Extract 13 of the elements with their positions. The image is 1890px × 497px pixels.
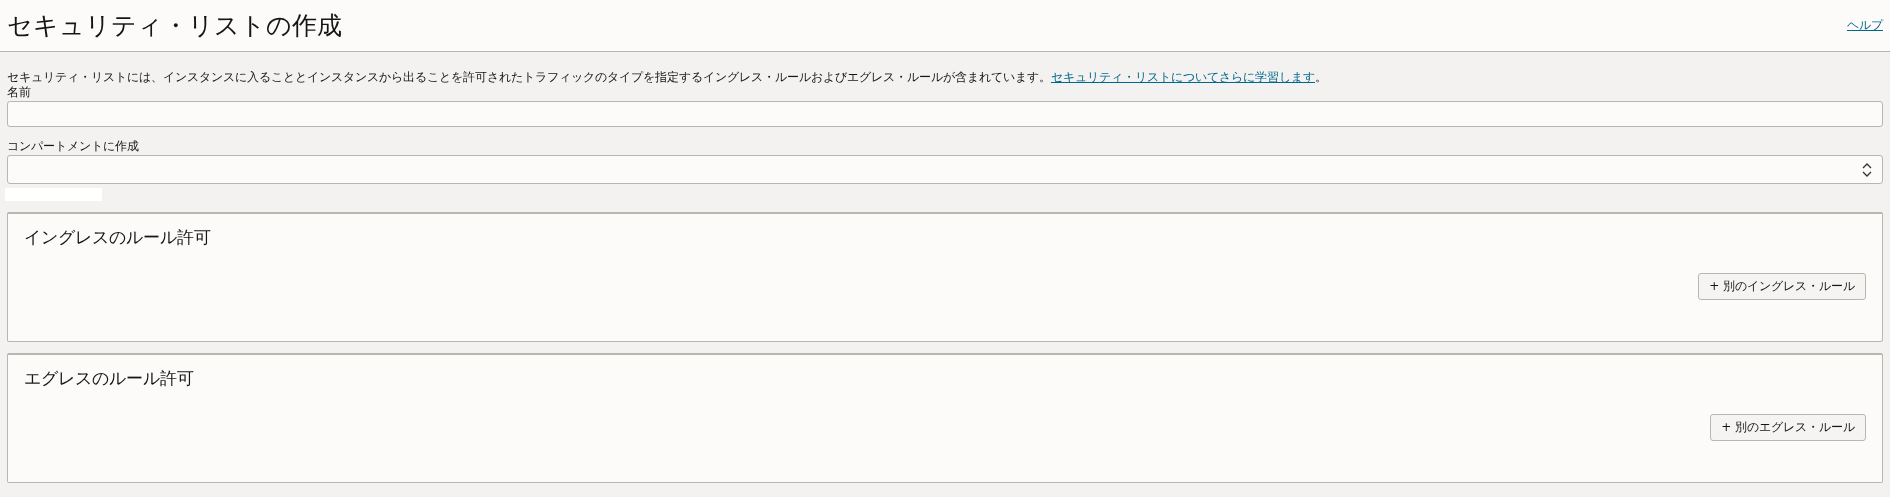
compartment-select[interactable] [7, 155, 1883, 184]
add-rule-button[interactable]: + 別のエグレス・ルール [1710, 414, 1866, 441]
learn-more-link[interactable]: セキュリティ・リストについてさらに学習します [1051, 70, 1315, 84]
up-down-chevron-icon [1862, 162, 1872, 177]
field-label: コンパートメントに作成 [7, 139, 140, 154]
page-title: セキュリティ・リストの作成 [7, 10, 342, 42]
section-title: イングレスのルール許可 [24, 226, 212, 249]
description-text: セキュリティ・リストには、インスタンスに入ることとインスタンスから出ることを許可されたトラフィックのタイプを指定するイングレス・ルールおよびエグレス・ルールが含まれています。セキュリティ・リストについてさらに学習します。 [7, 70, 1328, 85]
add-rule-button[interactable]: + 別のイングレス・ルール [1698, 273, 1866, 300]
section-title: エグレスのルール許可 [24, 367, 195, 390]
name-input-field[interactable] [7, 101, 1883, 127]
field-label: 名前 [7, 85, 32, 100]
help-link[interactable]: ヘルプ [1847, 17, 1883, 34]
